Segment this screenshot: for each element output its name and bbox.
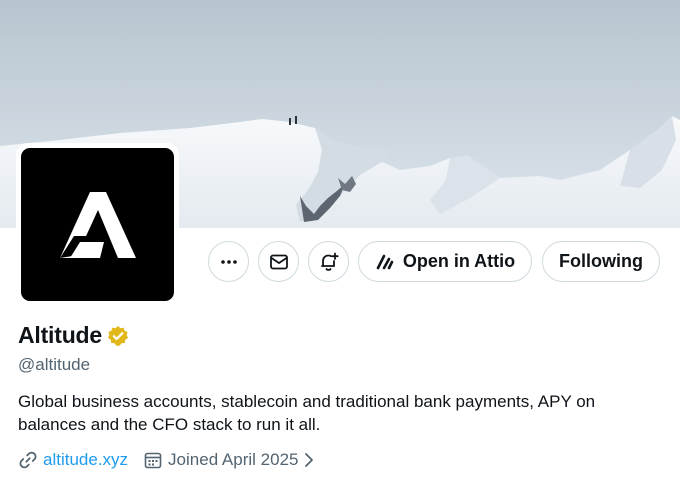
chevron-right-icon[interactable] (302, 452, 316, 468)
more-icon (220, 259, 237, 264)
verified-badge-icon[interactable] (107, 325, 129, 347)
calendar-icon (144, 452, 162, 469)
altitude-logo-icon (59, 191, 136, 258)
mail-icon (269, 254, 288, 269)
link-icon (19, 451, 37, 469)
following-label: Following (559, 251, 643, 271)
open-in-attio-button[interactable]: Open in Attio (358, 241, 532, 282)
avatar[interactable] (21, 148, 174, 301)
profile-bio: Global business accounts, stablecoin and… (18, 392, 596, 434)
website-link[interactable]: altitude.xyz (43, 450, 128, 470)
profile-name: Altitude (18, 322, 102, 348)
message-button[interactable] (258, 241, 299, 282)
notify-button[interactable] (308, 241, 349, 282)
open-in-attio-label: Open in Attio (402, 251, 516, 271)
following-button[interactable]: Following (542, 241, 660, 282)
joined-date[interactable]: Joined April 2025 (168, 450, 298, 470)
more-button[interactable] (208, 241, 249, 282)
profile-handle: @altitude (18, 355, 91, 374)
avatar-frame[interactable] (16, 143, 179, 306)
bell-plus-icon (320, 252, 339, 271)
attio-icon (376, 254, 394, 269)
profile-name-row: Altitude (18, 322, 129, 349)
profile-meta: altitude.xyz Joined April 2025 (18, 450, 316, 470)
